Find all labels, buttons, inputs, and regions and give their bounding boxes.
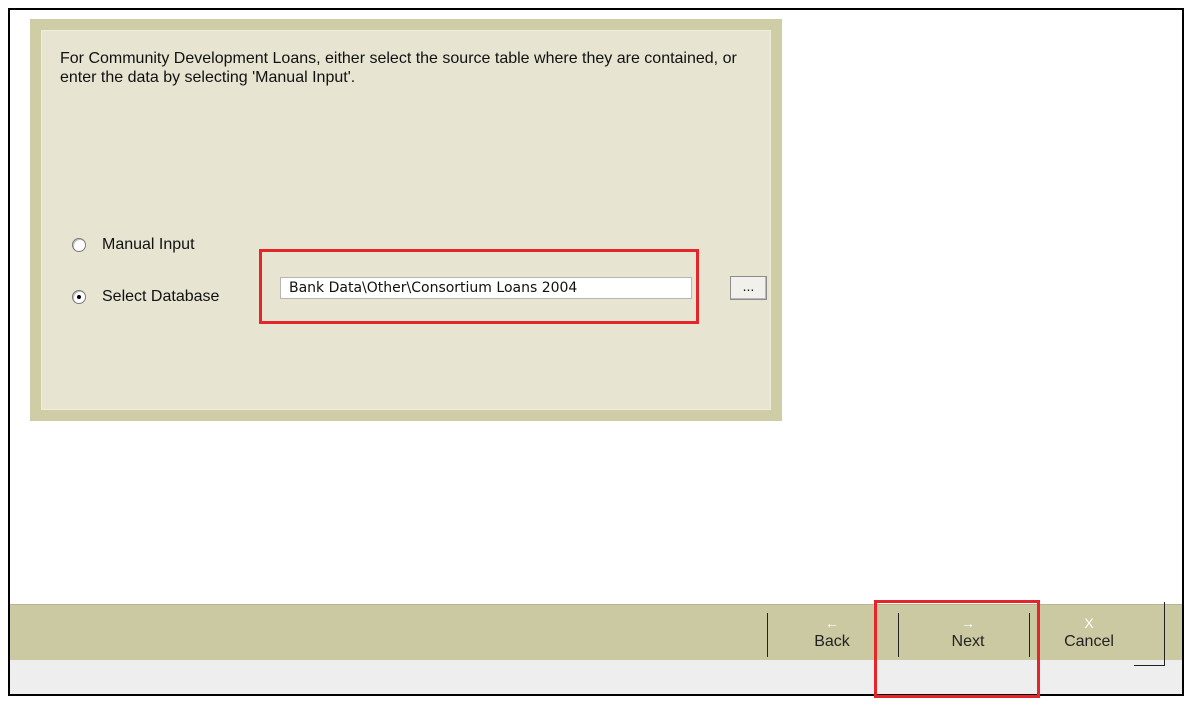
- x-icon: X: [1084, 615, 1094, 631]
- back-label: Back: [814, 633, 850, 650]
- instructions-text: For Community Development Loans, either …: [60, 50, 737, 86]
- toolbar-edge-line: [1164, 602, 1165, 666]
- cancel-label: Cancel: [1064, 633, 1114, 650]
- toolbar-separator: [767, 613, 768, 657]
- left-arrow-icon: ←: [825, 615, 839, 631]
- manual-input-label: Manual Input: [102, 236, 195, 253]
- manual-input-option[interactable]: Manual Input: [72, 236, 195, 254]
- select-database-radio[interactable]: [72, 290, 86, 304]
- back-button[interactable]: ← Back: [796, 613, 868, 661]
- select-database-option[interactable]: Select Database: [72, 288, 219, 306]
- toolbar-edge-line: [1134, 665, 1165, 666]
- loan-source-panel: For Community Development Loans, either …: [30, 19, 782, 421]
- wizard-window: For Community Development Loans, either …: [8, 8, 1184, 696]
- database-path-highlight: [259, 249, 699, 324]
- loan-source-panel-inner: For Community Development Loans, either …: [41, 30, 771, 410]
- browse-button[interactable]: ...: [730, 276, 767, 300]
- next-button-highlight: [874, 600, 1040, 698]
- select-database-label: Select Database: [102, 288, 220, 305]
- manual-input-radio[interactable]: [72, 238, 86, 252]
- cancel-button[interactable]: X Cancel: [1054, 613, 1124, 661]
